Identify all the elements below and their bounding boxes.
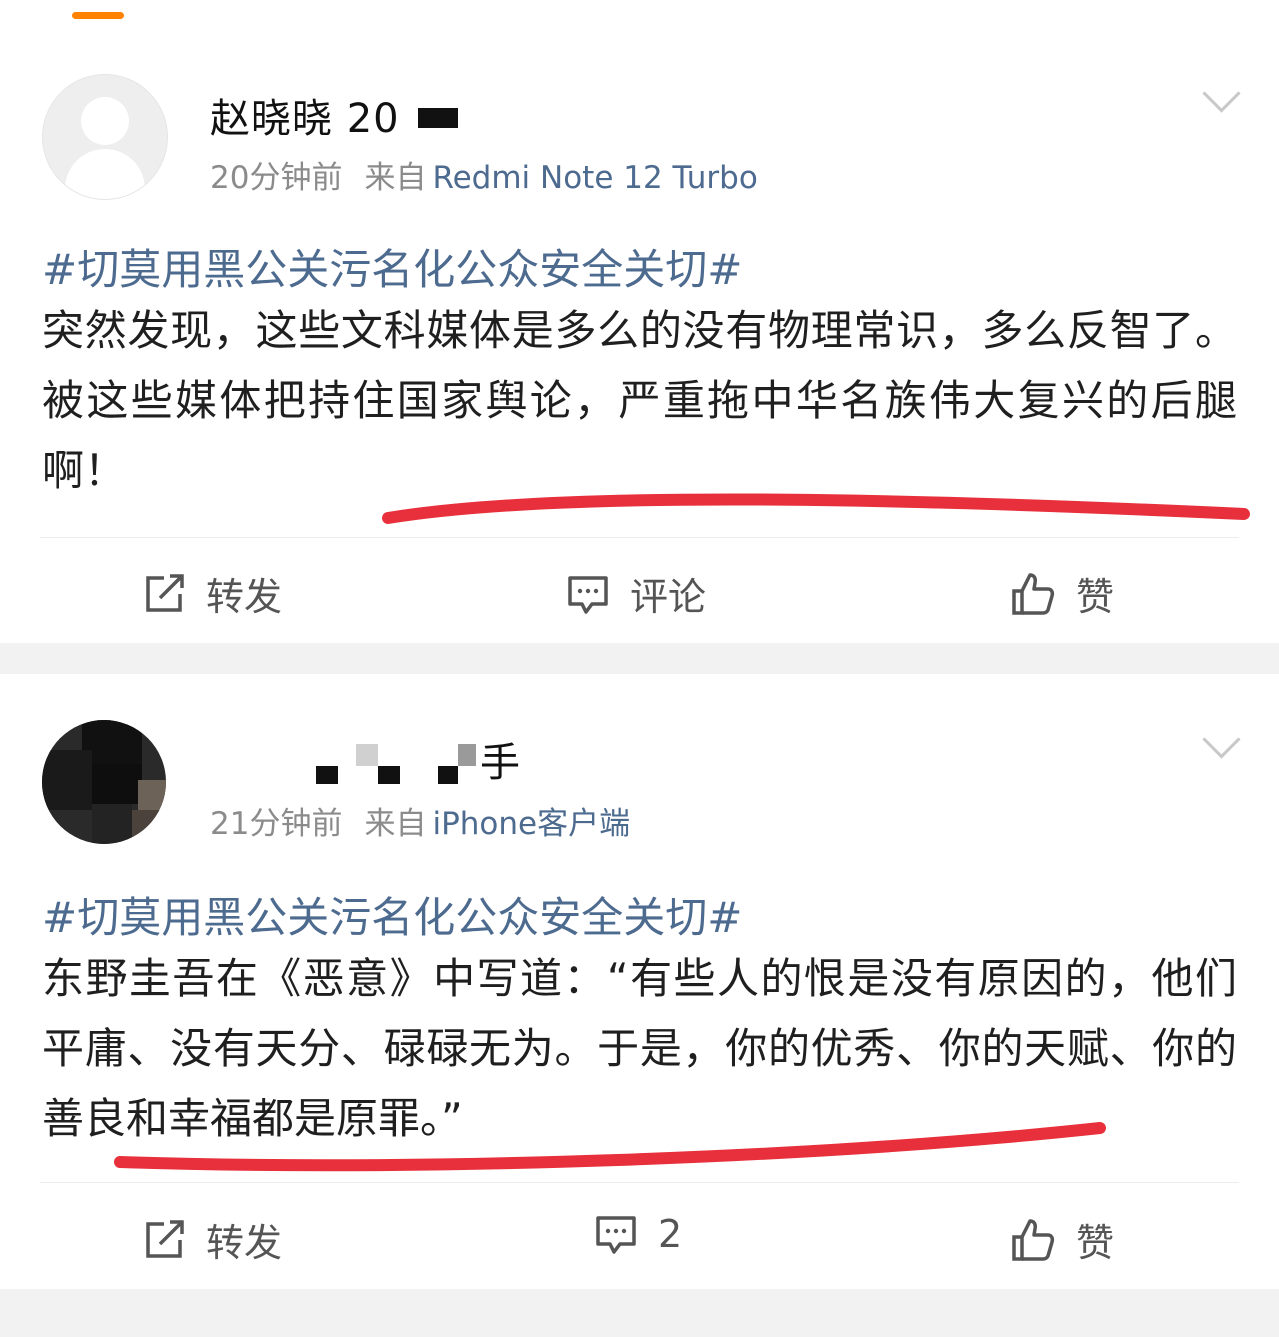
post-source: 来自 iPhone客户端 <box>364 806 631 842</box>
redaction-mosaic <box>356 744 378 766</box>
repost-label: 转发 <box>206 575 283 619</box>
chevron-down-icon[interactable] <box>1202 74 1241 113</box>
topic-hashtag[interactable]: #切莫用黑公关污名化公众安全关切# <box>42 236 742 297</box>
username[interactable]: 赵晓晓 20 <box>210 86 400 144</box>
avatar[interactable] <box>42 74 168 200</box>
like-label: 赞 <box>1076 575 1115 619</box>
repost-label: 转发 <box>206 1221 283 1265</box>
comment-label: 评论 <box>630 575 707 619</box>
avatar[interactable] <box>42 720 166 844</box>
comment-count: 2 <box>658 1212 683 1256</box>
divider <box>40 1182 1239 1183</box>
tab-indicator <box>72 12 124 19</box>
post-time: 21分钟前 <box>210 806 343 842</box>
comment-icon <box>568 575 608 614</box>
redaction-mosaic <box>316 766 338 784</box>
like-label: 赞 <box>1076 1221 1115 1265</box>
post-meta: 20分钟前 来自 Redmi Note 12 Turbo <box>210 152 758 197</box>
repost-button[interactable]: 转发 <box>142 1212 282 1267</box>
redaction-mosaic <box>378 766 400 784</box>
topic-hashtag[interactable]: #切莫用黑公关污名化公众安全关切# <box>42 884 742 945</box>
repost-icon <box>146 573 184 612</box>
redaction-mosaic <box>458 744 476 766</box>
repost-icon <box>146 1219 184 1258</box>
repost-button[interactable]: 转发 <box>142 566 282 621</box>
comment-icon <box>596 1216 636 1254</box>
post-card: 手 21分钟前 来自 iPhone客户端 #切莫用黑公关污名化公众安全关切# 东野圭… <box>0 674 1279 1289</box>
redaction-mosaic <box>438 766 458 784</box>
post-text: 突然发现，这些文科媒体是多么的没有物理常识，多么反智了。被这些媒体把持住国家舆论… <box>42 306 1237 495</box>
username[interactable]: 手 <box>480 730 521 788</box>
post-text: 东野圭吾在《恶意》中写道：“有些人的恨是没有原因的，他们平庸、没有天分、碌碌无为… <box>42 954 1237 1143</box>
chevron-down-icon[interactable] <box>1202 720 1241 759</box>
like-icon <box>1012 572 1055 615</box>
like-icon <box>1012 1218 1055 1261</box>
post-source: 来自 Redmi Note 12 Turbo <box>364 160 758 196</box>
comment-button[interactable]: 评论 <box>566 566 706 621</box>
post-time: 20分钟前 <box>210 160 343 196</box>
like-button[interactable]: 赞 <box>1010 566 1114 621</box>
redaction-mosaic <box>418 108 458 128</box>
post-meta: 21分钟前 来自 iPhone客户端 <box>210 798 630 843</box>
like-button[interactable]: 赞 <box>1010 1212 1114 1267</box>
comment-button[interactable]: 2 <box>594 1212 682 1256</box>
post-card: 赵晓晓 20 20分钟前 来自 Redmi Note 12 Turbo #切莫用黑公… <box>0 0 1279 643</box>
divider <box>40 537 1239 538</box>
